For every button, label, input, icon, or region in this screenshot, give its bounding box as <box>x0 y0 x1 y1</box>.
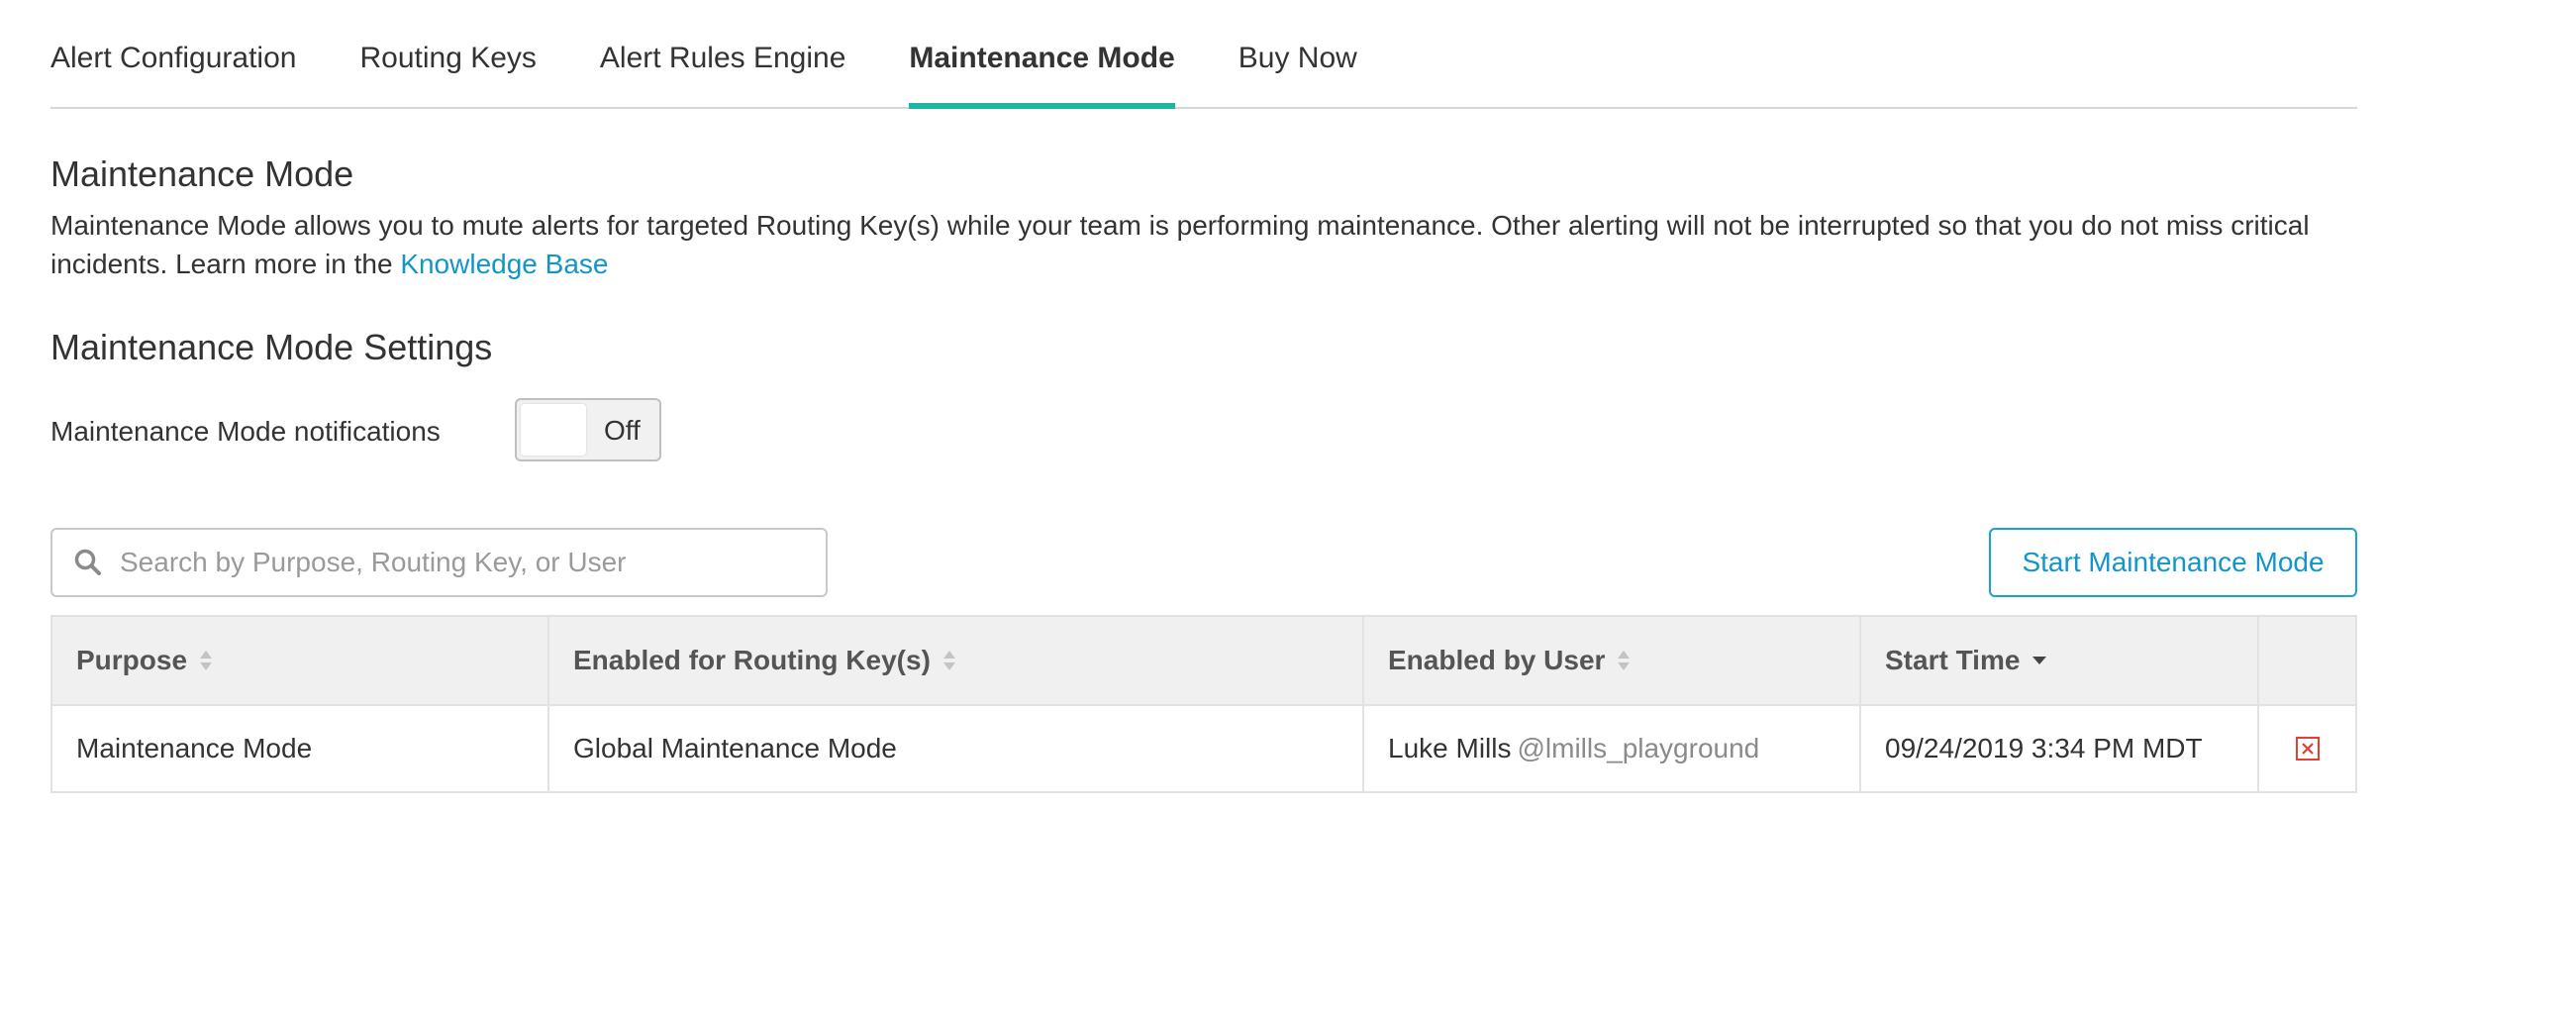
column-header-label: Purpose <box>76 645 188 675</box>
tab-alert-configuration[interactable]: Alert Configuration <box>50 0 296 107</box>
tab-maintenance-mode[interactable]: Maintenance Mode <box>909 0 1176 109</box>
tab-buy-now[interactable]: Buy Now <box>1238 0 1357 107</box>
search-icon <box>68 543 108 582</box>
cell-actions <box>2259 706 2355 791</box>
notifications-toggle[interactable]: Off <box>515 398 661 461</box>
close-box-icon <box>2295 737 2320 761</box>
column-header-enabled-by-user[interactable]: Enabled by User <box>1364 617 1861 704</box>
cell-purpose: Maintenance Mode <box>52 706 549 791</box>
user-name: Luke Mills <box>1388 733 1512 763</box>
description-text: Maintenance Mode allows you to mute aler… <box>50 210 2310 279</box>
sort-icon <box>1617 649 1631 672</box>
column-header-routing-keys[interactable]: Enabled for Routing Key(s) <box>549 617 1364 704</box>
column-header-start-time[interactable]: Start Time <box>1861 617 2259 704</box>
description: Maintenance Mode allows you to mute aler… <box>50 206 2367 283</box>
cell-enabled-by-user: Luke Mills @lmills_playground <box>1364 706 1861 791</box>
tab-bar: Alert Configuration Routing Keys Alert R… <box>50 0 2357 109</box>
search-box <box>50 528 828 597</box>
column-header-label: Start Time <box>1885 645 2021 675</box>
table-header: Purpose Enabled for Routing Key(s) Enabl… <box>52 617 2355 706</box>
cell-routing-keys: Global Maintenance Mode <box>549 706 1364 791</box>
column-header-actions <box>2259 617 2355 704</box>
sort-icon <box>942 649 956 672</box>
search-input[interactable] <box>118 546 795 579</box>
end-maintenance-button[interactable] <box>2295 736 2321 762</box>
toggle-knob <box>521 404 586 456</box>
tab-alert-rules-engine[interactable]: Alert Rules Engine <box>600 0 845 107</box>
notifications-label: Maintenance Mode notifications <box>50 416 441 447</box>
toggle-state-label: Off <box>604 415 641 446</box>
column-header-label: Enabled by User <box>1388 645 1606 675</box>
maintenance-table: Purpose Enabled for Routing Key(s) Enabl… <box>50 615 2357 793</box>
tab-routing-keys[interactable]: Routing Keys <box>359 0 536 107</box>
user-handle: @lmills_playground <box>1517 733 1760 763</box>
column-header-purpose[interactable]: Purpose <box>52 617 549 704</box>
page: Alert Configuration Routing Keys Alert R… <box>0 0 2576 1016</box>
sort-desc-icon <box>2031 655 2047 666</box>
settings-title: Maintenance Mode Settings <box>50 327 493 367</box>
cell-start-time: 09/24/2019 3:34 PM MDT <box>1861 706 2259 791</box>
page-title: Maintenance Mode <box>50 153 354 194</box>
start-maintenance-mode-button[interactable]: Start Maintenance Mode <box>1989 528 2357 597</box>
sort-icon <box>199 649 213 672</box>
knowledge-base-link[interactable]: Knowledge Base <box>400 249 608 279</box>
column-header-label: Enabled for Routing Key(s) <box>573 645 931 675</box>
table-row: Maintenance Mode Global Maintenance Mode… <box>52 706 2355 791</box>
